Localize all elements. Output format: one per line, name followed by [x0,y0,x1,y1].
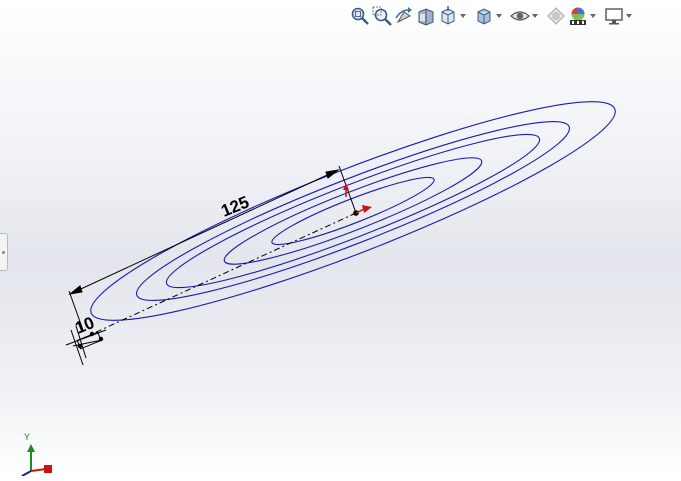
previous-view-button[interactable] [393,5,415,27]
panel-tab-grip-icon [2,250,5,254]
previous-view-icon [395,7,412,24]
arrowhead-start [68,285,83,295]
sketch-canvas[interactable]: 125 10 Y [0,0,681,477]
display-style-dropdown[interactable] [495,5,503,27]
view-settings-dropdown[interactable] [625,5,633,27]
endpoint-1[interactable] [89,331,95,337]
apply-scene-icon [570,7,586,25]
view-orientation-icon [441,6,455,25]
collapse-panel-tab[interactable] [0,233,8,271]
dimension-125-label[interactable]: 125 [218,192,251,220]
dimension-line [69,169,339,295]
view-orientation-dropdown[interactable] [459,5,467,27]
chevron-down-icon [590,14,596,18]
sketch-ellipse-inner[interactable] [268,168,439,254]
sketch-ellipse-3[interactable] [157,114,549,308]
zoom-to-fit-button[interactable] [349,5,371,27]
ellipse-group [76,70,630,352]
chevron-down-icon [460,14,466,18]
view-settings-icon [605,8,623,25]
zoom-to-fit-icon [351,7,369,25]
origin-marker [343,183,372,214]
triad-z-axis [21,470,32,477]
triad-y-arrow [27,444,35,452]
chevron-down-icon [496,14,502,18]
edit-appearance-button[interactable] [545,5,567,27]
section-view-button[interactable] [415,5,437,27]
endpoint-2[interactable] [98,336,104,342]
triad-x-arrow [44,465,52,473]
section-view-icon [418,8,434,26]
display-style-button[interactable] [473,5,495,27]
reference-triad: Y [21,432,52,477]
hide-show-items-icon [510,11,530,21]
zoom-to-area-icon [372,6,392,26]
length-dimension[interactable] [68,165,357,331]
triad-y-label: Y [24,432,30,442]
sketch-ellipse-outer[interactable] [76,70,630,352]
sketch-ellipse-2[interactable] [125,97,581,325]
heads-up-view-toolbar [349,3,633,29]
triad-x-axis [30,468,47,472]
view-orientation-button[interactable] [437,5,459,27]
graphics-area[interactable]: 125 10 Y [0,0,681,477]
display-style-icon [477,8,491,25]
edit-appearance-icon [547,7,565,25]
hide-show-items-button[interactable] [509,5,531,27]
origin-arrow-x [362,205,372,213]
zoom-to-area-button[interactable] [371,5,393,27]
hide-show-items-dropdown[interactable] [531,5,539,27]
sketch-ellipse-4[interactable] [218,143,489,279]
arrowhead-end [325,169,340,179]
apply-scene-button[interactable] [567,5,589,27]
chevron-down-icon [532,14,538,18]
centerline[interactable] [91,212,357,335]
endpoint-3[interactable] [77,343,83,349]
chevron-down-icon [626,14,632,18]
apply-scene-dropdown[interactable] [589,5,597,27]
view-settings-button[interactable] [603,5,625,27]
